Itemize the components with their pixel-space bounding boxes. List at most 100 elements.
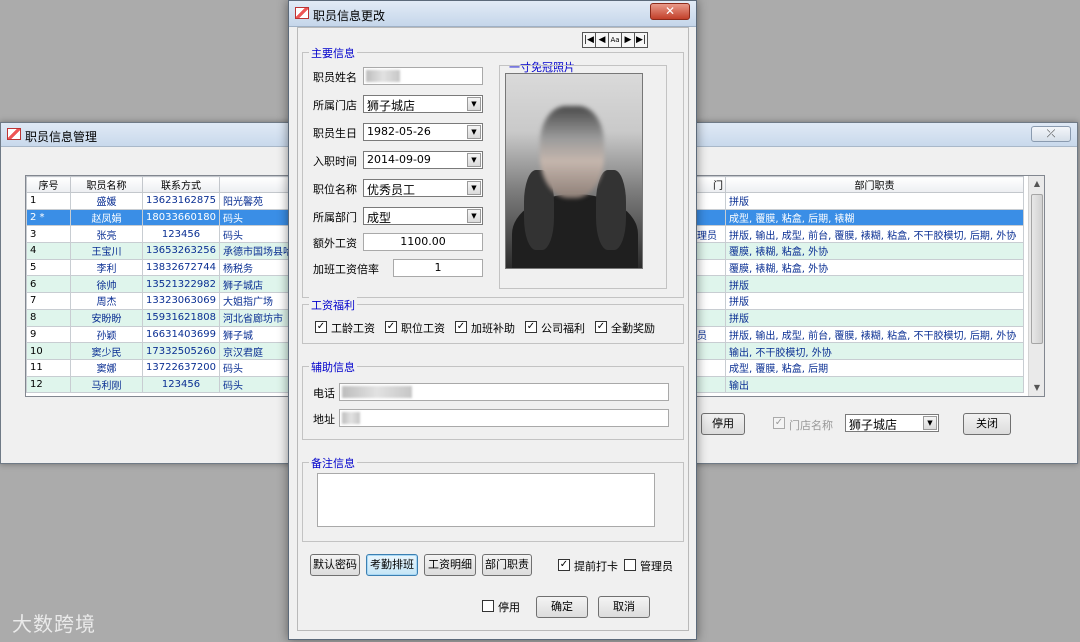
cell-row-number[interactable]: 7 (26, 292, 71, 310)
cell-row-number[interactable]: 12 (26, 375, 71, 394)
chevron-down-icon[interactable]: ▼ (467, 181, 481, 195)
chevron-down-icon[interactable]: ▼ (467, 97, 481, 111)
cell-duties[interactable]: 覆膜, 裱糊, 粘盒, 外协 (725, 258, 1024, 277)
table-row[interactable]: 3 张亮 123456 码头 (26, 225, 315, 244)
cell-store[interactable] (693, 342, 726, 360)
salary-detail-button[interactable]: 工资明细 (424, 554, 476, 576)
cell-row-number[interactable]: 6 (26, 275, 71, 294)
employee-photo[interactable] (505, 73, 643, 269)
cell-employee-name[interactable]: 徐帅 (70, 275, 143, 294)
scroll-thumb[interactable] (1031, 194, 1043, 344)
cell-store[interactable] (693, 192, 726, 210)
cell-duties[interactable]: 拼版 (725, 192, 1024, 210)
department-select[interactable]: 成型 ▼ (363, 207, 483, 225)
cell-contact[interactable]: 123456 (142, 225, 220, 244)
table-row[interactable]: 成型, 覆膜, 粘盒, 后期 (693, 358, 1024, 377)
cell-duties[interactable]: 输出, 不干胶模切, 外协 (725, 342, 1024, 360)
cell-row-number[interactable]: 4 (26, 242, 71, 260)
cell-contact[interactable]: 16631403699 (142, 325, 220, 344)
cell-employee-name[interactable]: 窦少民 (70, 342, 143, 360)
table-row[interactable]: 拼版 (693, 192, 1024, 210)
cell-employee-name[interactable]: 安盼盼 (70, 308, 143, 327)
cell-duties[interactable]: 拼版 (725, 275, 1024, 294)
attendance-schedule-button[interactable]: 考勤排班 (366, 554, 418, 576)
seniority-pay-checkbox[interactable]: ✓ (315, 321, 327, 333)
cell-contact[interactable]: 13323063069 (142, 292, 220, 310)
next-record-icon[interactable]: ▶ (621, 32, 635, 48)
cell-employee-name[interactable]: 李利 (70, 258, 143, 277)
table-row[interactable]: 覆膜, 裱糊, 粘盒, 外协 (693, 242, 1024, 260)
store-select[interactable]: 狮子城店 ▼ (363, 95, 483, 113)
close-dialog-button[interactable]: ✕ (650, 3, 690, 20)
overtime-rate-input[interactable]: 1 (393, 259, 483, 277)
position-pay-checkbox[interactable]: ✓ (385, 321, 397, 333)
grid-vertical-scrollbar[interactable]: ▲ ▼ (1028, 176, 1044, 396)
scroll-down-icon[interactable]: ▼ (1029, 380, 1044, 396)
cell-store[interactable] (693, 292, 726, 310)
cell-row-number[interactable]: 8 (26, 308, 71, 327)
table-row[interactable]: 拼版 (693, 308, 1024, 327)
column-header-store[interactable]: 门 (693, 176, 726, 193)
cell-employee-name[interactable]: 孙颖 (70, 325, 143, 344)
prev-record-icon[interactable]: ◀ (595, 32, 609, 48)
table-row[interactable]: 10 窦少民 17332505260 京汉君庭 (26, 342, 315, 360)
table-row[interactable]: 1 盛媛 13623162875 阳光馨苑 (26, 192, 315, 210)
cell-store[interactable] (693, 208, 726, 227)
cell-employee-name[interactable]: 窦娜 (70, 358, 143, 377)
table-row[interactable]: 5 李利 13832672744 杨税务 (26, 258, 315, 277)
early-clock-in-checkbox[interactable]: ✓ (558, 559, 570, 571)
cell-employee-name[interactable]: 马利刚 (70, 375, 143, 394)
default-password-button[interactable]: 默认密码 (310, 554, 360, 576)
cell-row-number[interactable]: 10 (26, 342, 71, 360)
cell-row-number[interactable]: 3 (26, 225, 71, 244)
cell-contact[interactable]: 15931621808 (142, 308, 220, 327)
cell-store[interactable] (693, 258, 726, 277)
table-row[interactable]: 9 孙颖 16631403699 狮子城 (26, 325, 315, 344)
last-record-icon[interactable]: ▶| (634, 32, 648, 48)
cell-row-number[interactable]: 5 (26, 258, 71, 277)
cell-employee-name[interactable]: 盛媛 (70, 192, 143, 210)
table-row[interactable]: 成型, 覆膜, 粘盒, 后期, 裱糊 (693, 208, 1024, 227)
table-row[interactable]: 拼版 (693, 275, 1024, 294)
cell-duties[interactable]: 拼版, 输出, 成型, 前台, 覆膜, 裱糊, 粘盒, 不干胶模切, 后期, 外… (725, 225, 1024, 244)
table-row[interactable]: 输出, 不干胶模切, 外协 (693, 342, 1024, 360)
company-welfare-checkbox[interactable]: ✓ (525, 321, 537, 333)
table-row[interactable]: 7 周杰 13323063069 大姐指广场 (26, 292, 315, 310)
chevron-down-icon[interactable]: ▼ (467, 125, 481, 139)
disable-button[interactable]: 停用 (701, 413, 745, 435)
cell-contact[interactable]: 13653263256 (142, 242, 220, 260)
table-row[interactable]: 4 王宝川 13653263256 承德市国场县哈里 (26, 242, 315, 260)
cell-row-number[interactable]: 11 (26, 358, 71, 377)
search-record-icon[interactable]: Aa (608, 32, 622, 48)
cell-contact[interactable]: 13832672744 (142, 258, 220, 277)
cell-contact[interactable]: 18033660180 (142, 208, 220, 227)
cell-store[interactable] (693, 308, 726, 327)
address-input[interactable] (339, 409, 669, 427)
column-header-no[interactable]: 序号 (26, 176, 71, 193)
cell-employee-name[interactable]: 赵凤娟 (70, 208, 143, 227)
overtime-subsidy-checkbox[interactable]: ✓ (455, 321, 467, 333)
cell-store[interactable]: 理员 (693, 225, 726, 244)
cell-employee-name[interactable]: 张亮 (70, 225, 143, 244)
cell-row-number[interactable]: 2 * (26, 208, 71, 227)
table-row[interactable]: 2 * 赵凤娟 18033660180 码头 (26, 208, 315, 227)
cell-duties[interactable]: 拼版 (725, 308, 1024, 327)
cell-store[interactable]: 员 (693, 325, 726, 344)
cell-store[interactable] (693, 375, 726, 394)
cell-store[interactable] (693, 358, 726, 377)
cell-contact[interactable]: 13623162875 (142, 192, 220, 210)
admin-checkbox[interactable] (624, 559, 636, 571)
store-filter-select[interactable]: 狮子城店 ▼ (845, 414, 939, 432)
table-row[interactable]: 理员 拼版, 输出, 成型, 前台, 覆膜, 裱糊, 粘盒, 不干胶模切, 后期,… (693, 225, 1024, 244)
disable-checkbox[interactable] (482, 600, 494, 612)
table-row[interactable]: 6 徐帅 13521322982 狮子城店 (26, 275, 315, 294)
notes-textarea[interactable] (317, 473, 655, 527)
cell-contact[interactable]: 13521322982 (142, 275, 220, 294)
cell-duties[interactable]: 成型, 覆膜, 粘盒, 后期, 裱糊 (725, 208, 1024, 227)
table-row[interactable]: 输出 (693, 375, 1024, 394)
cell-duties[interactable]: 成型, 覆膜, 粘盒, 后期 (725, 358, 1024, 377)
column-header-duties[interactable]: 部门职责 (725, 176, 1024, 193)
cell-duties[interactable]: 拼版, 输出, 成型, 前台, 覆膜, 裱糊, 粘盒, 不干胶模切, 后期, 外… (725, 325, 1024, 344)
cell-duties[interactable]: 输出 (725, 375, 1024, 394)
table-row[interactable]: 员拼版, 输出, 成型, 前台, 覆膜, 裱糊, 粘盒, 不干胶模切, 后期, … (693, 325, 1024, 344)
